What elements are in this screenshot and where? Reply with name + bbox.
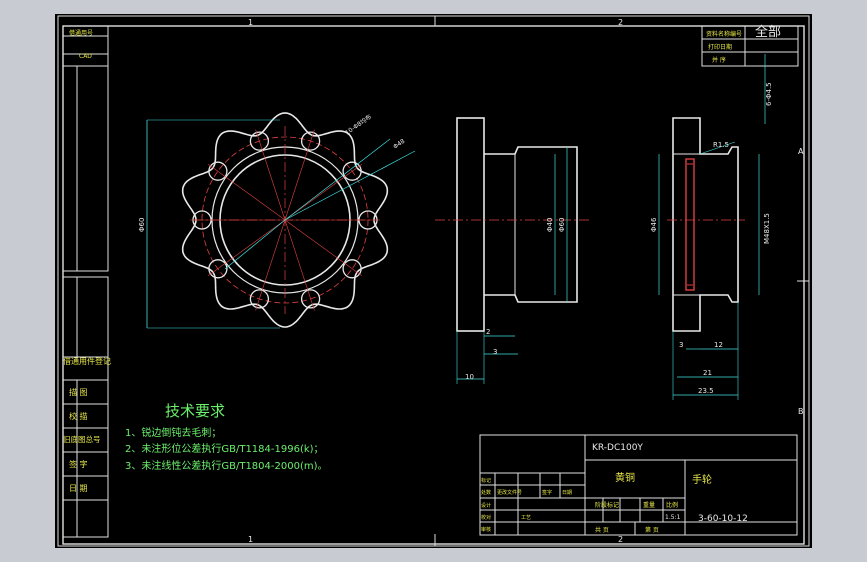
tech-item-3: 3、未注线性公差执行GB/T1804-2000(m)。	[125, 459, 328, 472]
section-label-top: 6-Φ4.5	[765, 82, 773, 106]
side-label-w: 10	[465, 373, 474, 381]
section-outline	[672, 117, 739, 332]
title-drawing-no: 3-60-10-12	[698, 514, 748, 524]
front-leader-2	[284, 150, 416, 221]
side-label-d2: Φ60	[558, 218, 566, 232]
rev-header-5: 日期	[562, 490, 572, 496]
radial-centerline	[284, 163, 363, 221]
radial-centerline	[207, 163, 286, 221]
cad-viewport[interactable]: 1 2 1 2 A B 借通用号 CAD 借通用件登记 描 图 校 描 旧底图总…	[55, 14, 812, 548]
front-dim-d1: Φ60	[138, 218, 146, 232]
role-4: 工艺	[521, 515, 531, 521]
strip-row-4: 签 字	[69, 459, 88, 469]
section-label-3: 3	[679, 341, 683, 349]
rev-header-4: 签字	[542, 489, 552, 496]
tech-item-1: 1、锐边倒钝去毛刺；	[125, 426, 221, 439]
side-label-d1: Φ40	[546, 218, 554, 232]
title-material: 黄铜	[615, 471, 635, 484]
zone-ticks	[434, 16, 809, 546]
front-leader-1	[284, 138, 391, 221]
section-groove	[685, 158, 695, 291]
zone-top-1: 1	[248, 18, 253, 27]
strip-row-2: 校 描	[69, 411, 88, 421]
title-header-1: 阶段标记	[595, 501, 619, 509]
rev-header-1: 标记	[481, 477, 491, 484]
radial-centerline	[255, 129, 286, 221]
radial-centerline	[207, 219, 286, 277]
top-right-row1: 资料名称编号	[706, 30, 742, 38]
strip-box2-label: CAD	[79, 53, 92, 60]
strip-box1-label: 借通用号	[69, 29, 93, 37]
rev-header-2: 处数	[481, 489, 491, 496]
title-header-3: 比例	[666, 501, 678, 509]
section-label-235: 23.5	[698, 387, 714, 395]
title-page: 第 页	[645, 526, 659, 534]
rev-header-3: 更改文件号	[497, 489, 522, 496]
side-view	[435, 117, 590, 384]
role-1: 设计	[481, 502, 491, 509]
top-right-row3: 并 序	[712, 56, 726, 64]
side-label-3: 3	[493, 348, 497, 356]
side-label-2: 2	[486, 328, 490, 336]
title-scale: 1.5:1	[665, 514, 681, 521]
role-2: 校对	[481, 514, 491, 521]
front-view	[146, 112, 416, 329]
front-dim-annot: 10-Φ8均布	[344, 113, 373, 137]
strip-main-label: 借通用件登记	[63, 356, 111, 366]
top-right-row2: 打印日期	[708, 43, 732, 51]
section-label-21: 21	[703, 369, 712, 377]
front-dim-annot2: Φ48	[392, 138, 406, 151]
radial-centerline	[284, 219, 315, 311]
side-flange	[456, 117, 485, 332]
title-header-2: 重量	[643, 501, 655, 509]
strip-row-3: 旧底图总号	[63, 434, 101, 444]
strip-row-5: 日 期	[69, 484, 88, 493]
radial-centerline	[284, 219, 363, 277]
title-code: KR-DC100Y	[592, 443, 643, 453]
role-3: 审核	[481, 526, 491, 533]
drawing-canvas: 1 2 1 2 A B 借通用号 CAD 借通用件登记 描 图 校 描 旧底图总…	[57, 15, 810, 547]
zone-side-a: A	[798, 147, 804, 156]
section-label-12: 12	[714, 341, 723, 349]
tech-item-2: 2、未注形位公差执行GB/T1184-1996(k)；	[125, 442, 324, 455]
zone-bottom-2: 2	[618, 535, 623, 544]
zone-side-b: B	[798, 407, 804, 416]
section-label-r: R1.5	[713, 141, 729, 149]
title-sheet: 共 页	[595, 526, 609, 534]
strip-row-1: 描 图	[69, 387, 88, 397]
tech-title: 技术要求	[165, 402, 225, 420]
section-view	[658, 54, 766, 400]
section-label-d: Φ46	[650, 217, 658, 232]
section-label-thread: M48X1.5	[763, 213, 771, 244]
title-part-name: 手轮	[692, 473, 712, 486]
zone-top-2: 2	[618, 18, 623, 27]
radial-centerline	[255, 219, 286, 311]
zone-bottom-1: 1	[248, 535, 253, 544]
top-right-all: 全部	[755, 24, 781, 40]
front-leader-3	[224, 219, 286, 270]
